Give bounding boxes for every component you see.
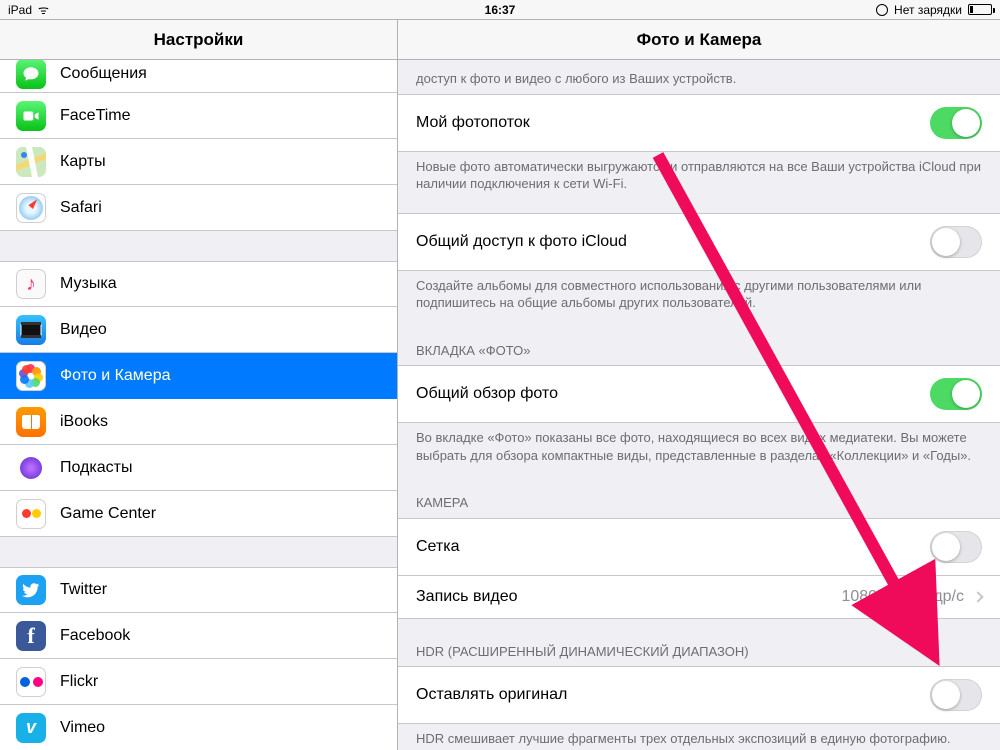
photostream-label: Мой фотопоток: [416, 114, 930, 132]
chevron-right-icon: [972, 591, 983, 602]
sidebar-item-label: Facebook: [60, 627, 381, 645]
row-icloud-sharing: Общий доступ к фото iCloud: [398, 213, 1000, 271]
sidebar-item-label: Карты: [60, 153, 381, 171]
ibooks-icon: [16, 407, 46, 437]
clock: 16:37: [0, 3, 1000, 17]
row-record-video[interactable]: Запись видео 1080p, 30 кадр/с: [398, 576, 1000, 619]
toggle-photostream[interactable]: [930, 107, 982, 139]
photos-icon: [16, 361, 46, 391]
sidebar-group-social: Twitter f Facebook Flickr v Vimeo: [0, 567, 397, 750]
sidebar-item-label: Музыка: [60, 275, 381, 293]
toggle-summary[interactable]: [930, 378, 982, 410]
camera-header: КАМЕРА: [398, 488, 1000, 518]
sidebar-item-maps[interactable]: Карты: [0, 139, 397, 185]
sidebar-item-facetime[interactable]: FaceTime: [0, 93, 397, 139]
sidebar-item-flickr[interactable]: Flickr: [0, 659, 397, 705]
sidebar-item-gamecenter[interactable]: Game Center: [0, 491, 397, 537]
sidebar-item-ibooks[interactable]: iBooks: [0, 399, 397, 445]
hdr-header: HDR (РАСШИРЕННЫЙ ДИНАМИЧЕСКИЙ ДИАПАЗОН): [398, 637, 1000, 667]
sidebar-item-messages[interactable]: Сообщения: [0, 60, 397, 93]
vimeo-icon: v: [16, 713, 46, 743]
toggle-hdr-keep-original[interactable]: [930, 679, 982, 711]
flickr-icon: [16, 667, 46, 697]
icloud-sharing-footer: Создайте альбомы для совместного использ…: [398, 271, 1000, 318]
sidebar-item-label: FaceTime: [60, 107, 381, 125]
facetime-icon: [16, 101, 46, 131]
hdr-keep-label: Оставлять оригинал: [416, 686, 930, 704]
messages-icon: [16, 60, 46, 89]
toggle-grid[interactable]: [930, 531, 982, 563]
sidebar-group-system: Сообщения FaceTime Карты Safari: [0, 60, 397, 231]
status-bar: iPad ᯤ 16:37 Нет зарядки: [0, 0, 1000, 20]
gamecenter-icon: [16, 499, 46, 529]
sidebar-item-label: Safari: [60, 199, 381, 217]
facebook-icon: f: [16, 621, 46, 651]
sidebar-item-video[interactable]: Видео: [0, 307, 397, 353]
sidebar-item-label: Видео: [60, 321, 381, 339]
toggle-icloud-sharing[interactable]: [930, 226, 982, 258]
podcasts-icon: [16, 453, 46, 483]
sync-icon: [876, 4, 888, 16]
sidebar-item-label: Twitter: [60, 581, 381, 599]
row-photostream: Мой фотопоток: [398, 94, 1000, 152]
row-hdr-keep-original: Оставлять оригинал: [398, 666, 1000, 724]
icloud-sharing-label: Общий доступ к фото iCloud: [416, 233, 930, 251]
record-video-value: 1080p, 30 кадр/с: [841, 588, 964, 606]
sidebar: Настройки Сообщения FaceTime Карты Safar…: [0, 20, 398, 750]
sidebar-item-photos[interactable]: Фото и Камера: [0, 353, 397, 399]
sidebar-item-podcasts[interactable]: Подкасты: [0, 445, 397, 491]
sidebar-group-media: ♪ Музыка Видео Фото и Камера iBooks Подк…: [0, 261, 397, 537]
sidebar-item-twitter[interactable]: Twitter: [0, 567, 397, 613]
sidebar-item-facebook[interactable]: f Facebook: [0, 613, 397, 659]
sidebar-item-label: Game Center: [60, 505, 381, 523]
record-video-label: Запись видео: [416, 588, 841, 606]
icloud-library-footer: доступ к фото и видео с любого из Ваших …: [398, 60, 1000, 94]
summary-label: Общий обзор фото: [416, 385, 930, 403]
sidebar-item-safari[interactable]: Safari: [0, 185, 397, 231]
summary-footer: Во вкладке «Фото» показаны все фото, нах…: [398, 423, 1000, 470]
hdr-footer: HDR смешивает лучшие фрагменты трех отде…: [398, 724, 1000, 750]
sidebar-title: Настройки: [0, 20, 397, 60]
video-icon: [16, 315, 46, 345]
photostream-footer: Новые фото автоматически выгружаются и о…: [398, 152, 1000, 199]
battery-icon: [968, 4, 992, 15]
sidebar-item-label: Сообщения: [60, 65, 381, 83]
sidebar-item-label: Фото и Камера: [60, 367, 381, 385]
detail-pane: Фото и Камера доступ к фото и видео с лю…: [398, 20, 1000, 750]
sidebar-item-label: iBooks: [60, 413, 381, 431]
photos-tab-header: ВКЛАДКА «ФОТО»: [398, 336, 1000, 366]
row-grid: Сетка: [398, 518, 1000, 576]
music-icon: ♪: [16, 269, 46, 299]
detail-title: Фото и Камера: [398, 20, 1000, 60]
safari-icon: [16, 193, 46, 223]
grid-label: Сетка: [416, 538, 930, 556]
maps-icon: [16, 147, 46, 177]
sidebar-item-vimeo[interactable]: v Vimeo: [0, 705, 397, 750]
row-summary: Общий обзор фото: [398, 365, 1000, 423]
sidebar-item-music[interactable]: ♪ Музыка: [0, 261, 397, 307]
sidebar-item-label: Vimeo: [60, 719, 381, 737]
sidebar-item-label: Подкасты: [60, 459, 381, 477]
twitter-icon: [16, 575, 46, 605]
sidebar-item-label: Flickr: [60, 673, 381, 691]
